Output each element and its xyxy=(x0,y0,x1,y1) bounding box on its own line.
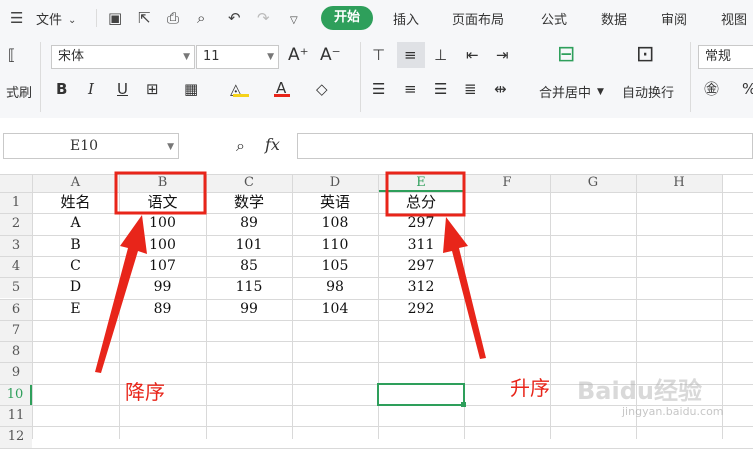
arrow-descending xyxy=(95,215,147,373)
label-ascending: 升序 xyxy=(510,376,550,400)
highlight-box-e xyxy=(385,171,466,217)
watermark-brand: Baidu经验 xyxy=(577,377,702,405)
label-descending: 降序 xyxy=(125,380,165,404)
arrow-ascending xyxy=(443,217,486,359)
highlight-box-b xyxy=(114,171,207,215)
gridline-horizontal xyxy=(0,447,753,449)
watermark-url: jingyan.baidu.com xyxy=(622,405,724,418)
